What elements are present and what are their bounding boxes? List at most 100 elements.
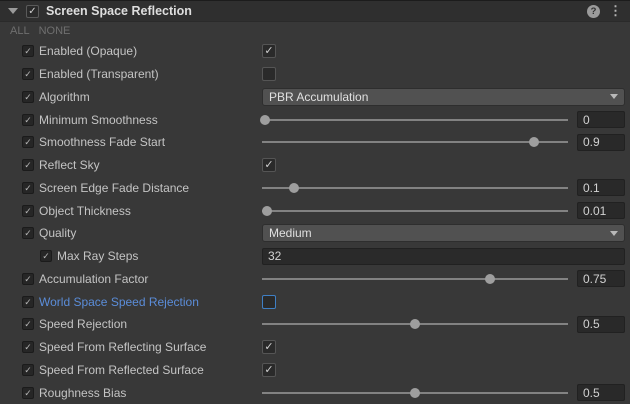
text-field-max-ray-steps[interactable]: 32 bbox=[262, 248, 625, 265]
slider-knob-screen-edge-fade-distance[interactable] bbox=[289, 183, 299, 193]
override-checkbox-screen-edge-fade-distance[interactable]: ✓ bbox=[22, 182, 34, 194]
dropdown-algorithm[interactable]: PBR Accumulation bbox=[262, 88, 625, 106]
override-checkbox-algorithm[interactable]: ✓ bbox=[22, 91, 34, 103]
slider-knob-speed-rejection[interactable] bbox=[410, 319, 420, 329]
value-checkbox-enabled-opaque[interactable]: ✓ bbox=[262, 44, 276, 58]
component-enabled-checkbox[interactable]: ✓ bbox=[26, 5, 39, 18]
all-button[interactable]: ALL bbox=[10, 25, 30, 37]
chevron-down-icon bbox=[610, 231, 618, 236]
property-row-screen-edge-fade-distance: ✓ Screen Edge Fade Distance 0.1 bbox=[0, 177, 630, 200]
value-checkbox-enabled-transparent[interactable] bbox=[262, 67, 276, 81]
value-checkbox-world-space-speed-rejection[interactable] bbox=[262, 295, 276, 309]
value-field-roughness-bias[interactable]: 0.5 bbox=[577, 384, 625, 401]
value-checkbox-speed-from-reflected-surface[interactable]: ✓ bbox=[262, 363, 276, 377]
property-row-roughness-bias: ✓ Roughness Bias 0.5 bbox=[0, 381, 630, 404]
property-row-smoothness-fade-start: ✓ Smoothness Fade Start 0.9 bbox=[0, 131, 630, 154]
header-actions: ? ⋮ bbox=[587, 3, 630, 19]
property-control-smoothness-fade-start: 0.9 bbox=[262, 131, 625, 154]
override-checkbox-reflect-sky[interactable]: ✓ bbox=[22, 159, 34, 171]
override-checkbox-enabled-opaque[interactable]: ✓ bbox=[22, 45, 34, 57]
property-row-minimum-smoothness: ✓ Minimum Smoothness 0 bbox=[0, 108, 630, 131]
value-field-minimum-smoothness[interactable]: 0 bbox=[577, 111, 625, 128]
slider-accumulation-factor[interactable] bbox=[262, 278, 568, 280]
override-checkbox-speed-rejection[interactable]: ✓ bbox=[22, 318, 34, 330]
dropdown-value-algorithm: PBR Accumulation bbox=[269, 90, 368, 104]
property-label-accumulation-factor: Accumulation Factor bbox=[39, 272, 148, 286]
slider-minimum-smoothness[interactable] bbox=[262, 119, 568, 121]
override-checkbox-max-ray-steps[interactable]: ✓ bbox=[40, 250, 52, 262]
dropdown-value-quality: Medium bbox=[269, 226, 312, 240]
property-label-speed-from-reflecting-surface: Speed From Reflecting Surface bbox=[39, 340, 206, 354]
slider-knob-roughness-bias[interactable] bbox=[410, 388, 420, 398]
value-field-accumulation-factor[interactable]: 0.75 bbox=[577, 270, 625, 287]
property-label-roughness-bias: Roughness Bias bbox=[39, 386, 126, 400]
property-label-speed-from-reflected-surface: Speed From Reflected Surface bbox=[39, 363, 204, 377]
property-control-quality: Medium bbox=[262, 222, 625, 245]
override-toolbar: ALL NONE bbox=[0, 22, 630, 40]
slider-knob-smoothness-fade-start[interactable] bbox=[529, 137, 539, 147]
override-checkbox-roughness-bias[interactable]: ✓ bbox=[22, 387, 34, 399]
foldout-arrow-icon[interactable] bbox=[8, 8, 18, 14]
property-control-speed-from-reflecting-surface: ✓ bbox=[262, 336, 625, 359]
value-checkbox-reflect-sky[interactable]: ✓ bbox=[262, 158, 276, 172]
override-checkbox-smoothness-fade-start[interactable]: ✓ bbox=[22, 136, 34, 148]
override-checkbox-accumulation-factor[interactable]: ✓ bbox=[22, 273, 34, 285]
property-control-world-space-speed-rejection bbox=[262, 290, 625, 313]
override-checkbox-minimum-smoothness[interactable]: ✓ bbox=[22, 114, 34, 126]
property-control-accumulation-factor: 0.75 bbox=[262, 268, 625, 291]
override-checkbox-world-space-speed-rejection[interactable]: ✓ bbox=[22, 296, 34, 308]
property-row-speed-from-reflected-surface: ✓ Speed From Reflected Surface ✓ bbox=[0, 359, 630, 382]
property-label-quality: Quality bbox=[39, 226, 76, 240]
kebab-menu-icon[interactable]: ⋮ bbox=[609, 3, 622, 19]
property-control-object-thickness: 0.01 bbox=[262, 199, 625, 222]
property-control-roughness-bias: 0.5 bbox=[262, 381, 625, 404]
slider-smoothness-fade-start[interactable] bbox=[262, 141, 568, 143]
property-label-minimum-smoothness: Minimum Smoothness bbox=[39, 113, 158, 127]
chevron-down-icon bbox=[610, 94, 618, 99]
property-row-speed-rejection: ✓ Speed Rejection 0.5 bbox=[0, 313, 630, 336]
property-label-max-ray-steps: Max Ray Steps bbox=[57, 249, 138, 263]
value-field-screen-edge-fade-distance[interactable]: 0.1 bbox=[577, 179, 625, 196]
property-label-object-thickness: Object Thickness bbox=[39, 204, 131, 218]
property-control-reflect-sky: ✓ bbox=[262, 154, 625, 177]
slider-knob-minimum-smoothness[interactable] bbox=[260, 115, 270, 125]
properties-list: ✓Enabled (Opaque)✓✓Enabled (Transparent)… bbox=[0, 40, 630, 404]
property-control-minimum-smoothness: 0 bbox=[262, 108, 625, 131]
value-field-speed-rejection[interactable]: 0.5 bbox=[577, 316, 625, 333]
property-label-speed-rejection: Speed Rejection bbox=[39, 317, 127, 331]
property-label-algorithm: Algorithm bbox=[39, 90, 90, 104]
slider-speed-rejection[interactable] bbox=[262, 323, 568, 325]
help-icon[interactable]: ? bbox=[587, 5, 600, 18]
property-control-screen-edge-fade-distance: 0.1 bbox=[262, 177, 625, 200]
property-control-speed-rejection: 0.5 bbox=[262, 313, 625, 336]
override-checkbox-enabled-transparent[interactable]: ✓ bbox=[22, 68, 34, 80]
slider-screen-edge-fade-distance[interactable] bbox=[262, 187, 568, 189]
override-checkbox-speed-from-reflecting-surface[interactable]: ✓ bbox=[22, 341, 34, 353]
slider-knob-object-thickness[interactable] bbox=[262, 206, 272, 216]
property-label-reflect-sky: Reflect Sky bbox=[39, 158, 100, 172]
property-label-smoothness-fade-start: Smoothness Fade Start bbox=[39, 135, 165, 149]
override-checkbox-speed-from-reflected-surface[interactable]: ✓ bbox=[22, 364, 34, 376]
property-control-algorithm: PBR Accumulation bbox=[262, 86, 625, 109]
property-control-speed-from-reflected-surface: ✓ bbox=[262, 359, 625, 382]
value-field-smoothness-fade-start[interactable]: 0.9 bbox=[577, 134, 625, 151]
override-checkbox-quality[interactable]: ✓ bbox=[22, 227, 34, 239]
value-field-object-thickness[interactable]: 0.01 bbox=[577, 202, 625, 219]
property-row-algorithm: ✓ Algorithm PBR Accumulation bbox=[0, 86, 630, 109]
property-label-enabled-opaque: Enabled (Opaque) bbox=[39, 44, 137, 58]
dropdown-quality[interactable]: Medium bbox=[262, 224, 625, 242]
property-label-screen-edge-fade-distance: Screen Edge Fade Distance bbox=[39, 181, 189, 195]
slider-knob-accumulation-factor[interactable] bbox=[485, 274, 495, 284]
property-label-world-space-speed-rejection: World Space Speed Rejection bbox=[39, 295, 199, 309]
none-button[interactable]: NONE bbox=[39, 25, 71, 37]
override-checkbox-object-thickness[interactable]: ✓ bbox=[22, 205, 34, 217]
property-row-object-thickness: ✓ Object Thickness 0.01 bbox=[0, 199, 630, 222]
slider-object-thickness[interactable] bbox=[262, 210, 568, 212]
value-checkbox-speed-from-reflecting-surface[interactable]: ✓ bbox=[262, 340, 276, 354]
property-control-enabled-opaque: ✓ bbox=[262, 40, 625, 63]
property-row-accumulation-factor: ✓ Accumulation Factor 0.75 bbox=[0, 268, 630, 291]
component-title: Screen Space Reflection bbox=[46, 4, 192, 18]
slider-roughness-bias[interactable] bbox=[262, 392, 568, 394]
component-header[interactable]: ✓ Screen Space Reflection ? ⋮ bbox=[0, 0, 630, 22]
property-row-reflect-sky: ✓ Reflect Sky ✓ bbox=[0, 154, 630, 177]
